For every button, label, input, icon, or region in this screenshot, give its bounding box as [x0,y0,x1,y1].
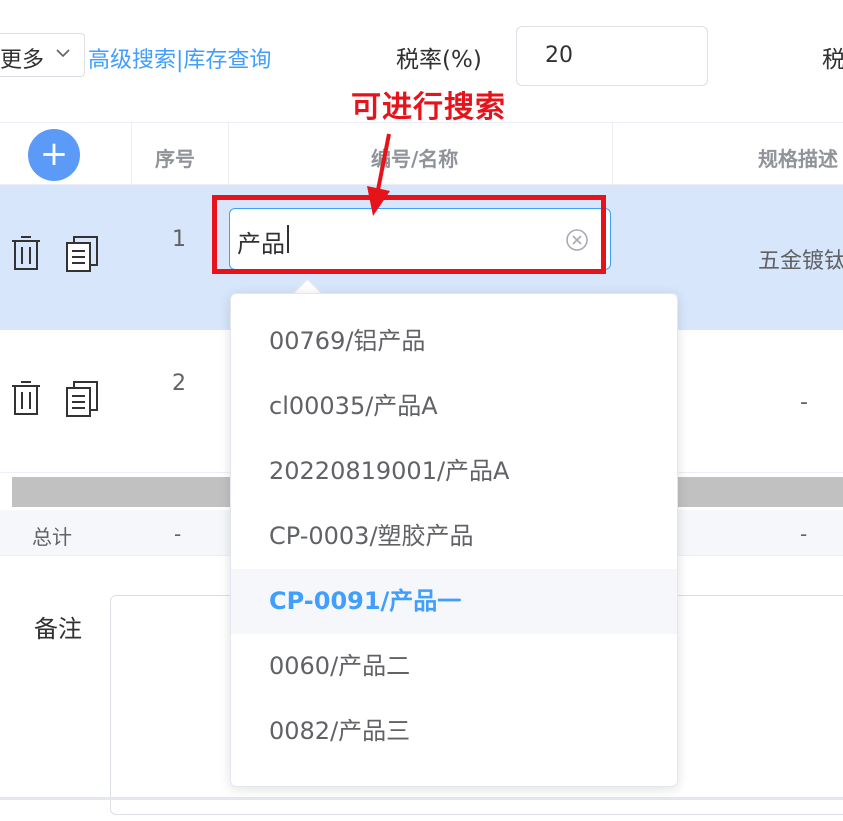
header-spec: 规格描述 [758,147,838,171]
chevron-down-icon [56,49,70,58]
dropdown-option[interactable]: cl00035/产品A [231,374,677,439]
copy-icon[interactable] [65,379,99,419]
dropdown-option-selected[interactable]: CP-0091/产品一 [231,569,677,634]
dropdown-option[interactable]: 00769/铝产品 [231,309,677,374]
remark-label: 备注 [34,615,82,643]
add-row-button[interactable]: + [28,129,80,181]
advanced-search-link[interactable]: 高级搜索|库存查询 [88,42,271,74]
total-label: 总计 [32,525,72,549]
total-spec: - [800,522,808,546]
trash-icon[interactable] [9,234,43,274]
row-spec: - [800,390,808,415]
dropdown-option[interactable]: CP-0003/塑胶产品 [231,504,677,569]
tax-rate-value: 20 [545,43,573,68]
annotation-arrow-icon [367,133,391,216]
dropdown-option[interactable]: 20220819001/产品A [231,439,677,504]
tax-rate-label: 税率(%) [396,47,482,73]
annotation-highlight-box [212,195,606,274]
more-select-label: 更多 [0,48,45,73]
autocomplete-dropdown: 00769/铝产品 cl00035/产品A 20220819001/产品A CP… [230,293,678,787]
row-spec: 五金镀钛 [758,249,843,274]
dropdown-option[interactable]: 0060/产品二 [231,634,677,699]
dropdown-option[interactable]: 0082/产品三 [231,699,677,764]
annotation-text: 可进行搜索 [351,90,506,125]
total-index: - [174,522,182,546]
row-index: 1 [172,227,186,252]
header-index: 序号 [155,147,195,171]
trash-icon[interactable] [9,379,43,419]
divider [0,797,843,800]
row-index: 2 [172,371,186,396]
copy-icon[interactable] [65,234,99,274]
tax-label-cut: 税 [822,47,843,73]
